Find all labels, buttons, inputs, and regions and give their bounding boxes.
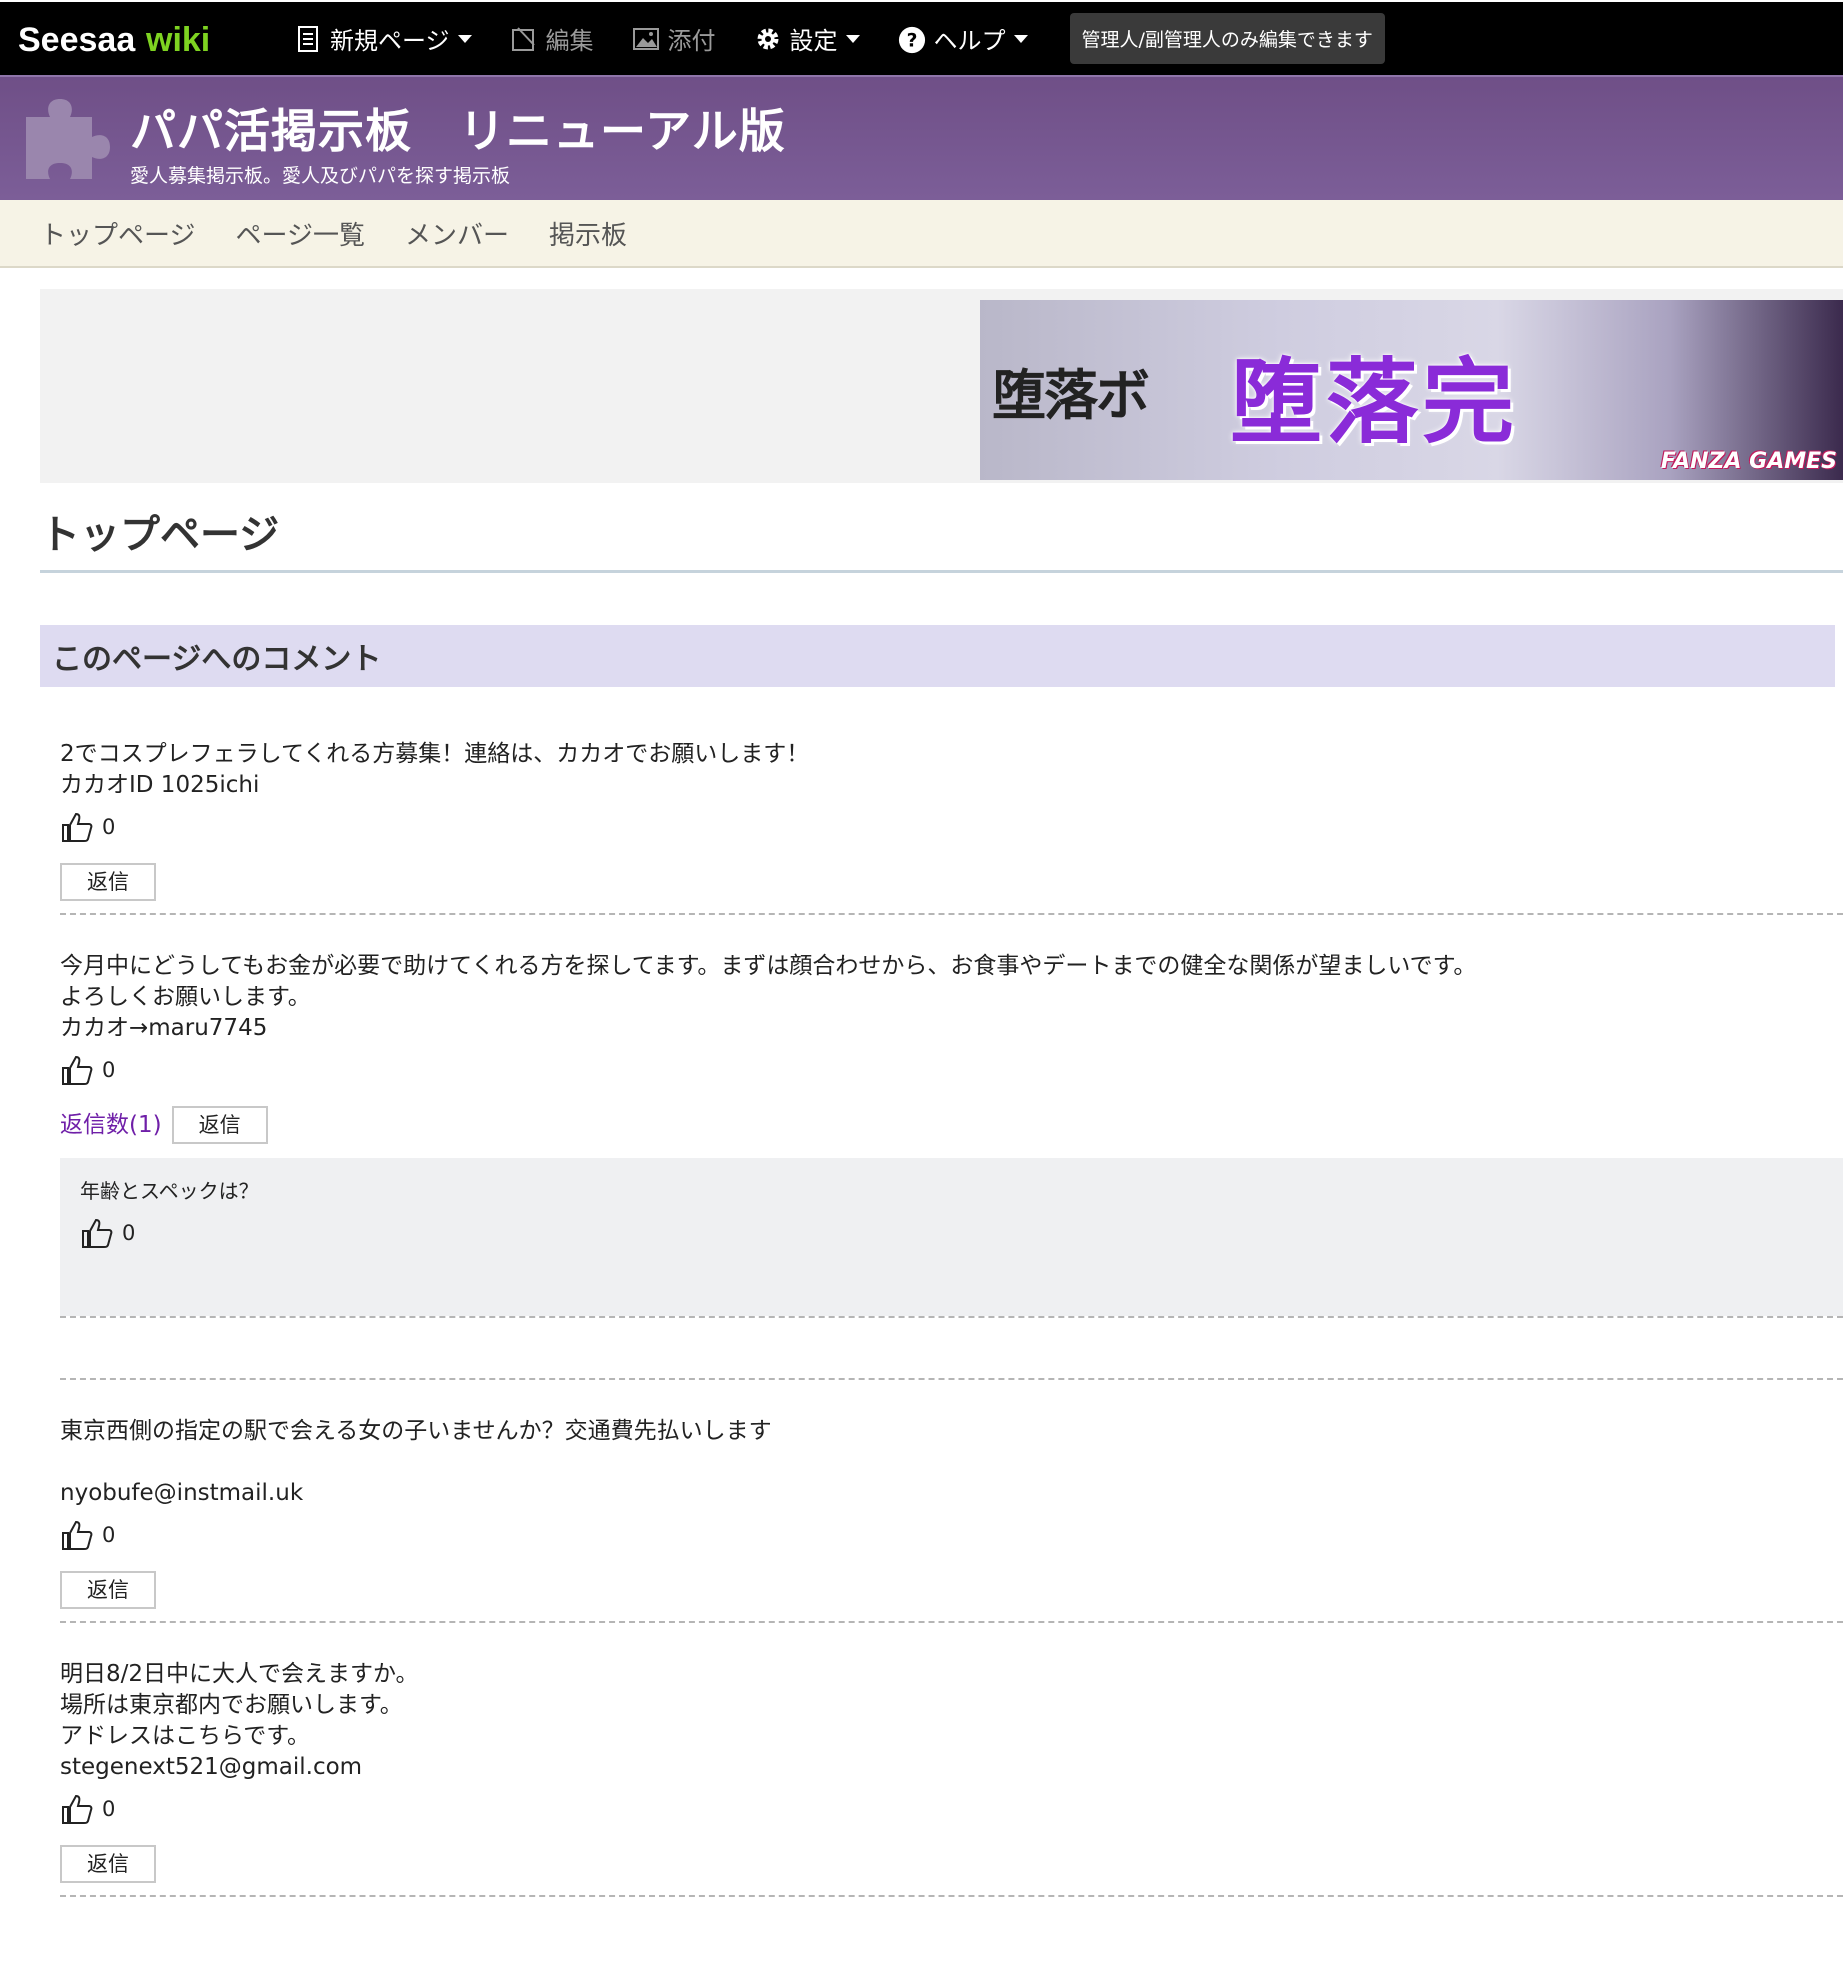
edit-permission-notice: 管理人/副管理人のみ編集できます: [1069, 13, 1385, 64]
banner-game-logo: 堕落ボ: [992, 362, 1150, 427]
chevron-down-icon: [1013, 34, 1028, 43]
comment-text: 明日8/2日中に大人で会えますか。: [60, 1661, 419, 1687]
document-icon: [294, 25, 322, 53]
chevron-down-icon: [845, 34, 860, 43]
thumbs-up-icon[interactable]: [80, 1216, 114, 1250]
site-title[interactable]: パパ活掲示板 リニューアル版: [130, 95, 786, 161]
comment-text: カカオID 1025ichi: [60, 772, 260, 798]
image-icon: [632, 25, 660, 53]
reply-button[interactable]: 返信: [60, 1571, 156, 1609]
comment-text: nyobufe@instmail.uk: [60, 1480, 304, 1506]
settings-label: 設定: [789, 27, 838, 55]
banner-headline: 堕落完: [1230, 349, 1519, 456]
comment-section-heading: このページへのコメント: [40, 625, 1835, 687]
top-toolbar: Seesaa wiki 新規ページ 編集 添付 設定 ? ヘルプ 管理人/副管理…: [0, 2, 1843, 75]
svg-text:Seesaa: Seesaa: [18, 21, 136, 59]
attach-menu[interactable]: 添付: [632, 21, 716, 56]
like-count: 0: [102, 1796, 116, 1821]
like-control: 0: [80, 1215, 1823, 1251]
new-page-label: 新規ページ: [330, 27, 450, 55]
comment-item: 明日8/2日中に大人で会えますか。 場所は東京都内でお願いします。 アドレスはこ…: [60, 1659, 1843, 1897]
gear-icon: [754, 25, 782, 53]
like-control: 0: [60, 1517, 1843, 1553]
seesaa-wiki-logo[interactable]: Seesaa wiki: [18, 11, 248, 67]
comment-divider: [60, 1621, 1843, 1623]
chevron-down-icon: [457, 34, 472, 43]
thumbs-up-icon[interactable]: [60, 1518, 94, 1552]
like-count: 0: [122, 1220, 136, 1245]
puzzle-icon: [26, 99, 110, 179]
like-count: 0: [102, 814, 116, 839]
nav-board[interactable]: 掲示板: [549, 215, 627, 252]
comment-text: 今月中にどうしてもお金が必要で助けてくれる方を探してます。まずは顔合わせから、お…: [60, 953, 1477, 979]
nav-top-page[interactable]: トップページ: [40, 215, 195, 252]
edit-label: 編集: [545, 27, 594, 55]
new-page-menu[interactable]: 新規ページ: [294, 21, 472, 56]
comment-text: stegenext521@gmail.com: [60, 1754, 363, 1780]
reply-item: 年齢とスペックは？ 0: [60, 1158, 1843, 1316]
site-header: パパ活掲示板 リニューアル版 愛人募集掲示板。愛人及びパパを探す掲示板: [0, 75, 1843, 200]
comment-text: 2でコスプレフェラしてくれる方募集！連絡は、カカオでお願いします！: [60, 741, 810, 767]
global-nav: トップページ ページ一覧 メンバー 掲示板: [0, 200, 1843, 268]
comment-text: カカオ→maru7745: [60, 1015, 268, 1041]
svg-text:?: ?: [906, 30, 917, 51]
comment-list: 2でコスプレフェラしてくれる方募集！連絡は、カカオでお願いします！ カカオID …: [60, 739, 1843, 1897]
reply-text: 年齢とスペックは？: [80, 1179, 259, 1203]
ad-banner[interactable]: 堕落ボ 堕落完 FANZA GAMES: [980, 300, 1843, 480]
settings-menu[interactable]: 設定: [754, 21, 860, 56]
comment-item: 今月中にどうしてもお金が必要で助けてくれる方を探してます。まずは顔合わせから、お…: [60, 951, 1843, 1380]
thumbs-up-icon[interactable]: [60, 1792, 94, 1826]
comment-item: 2でコスプレフェラしてくれる方募集！連絡は、カカオでお願いします！ カカオID …: [60, 739, 1843, 915]
svg-text:wiki: wiki: [145, 21, 210, 59]
reply-divider: [60, 1316, 1843, 1318]
thumbs-up-icon[interactable]: [60, 810, 94, 844]
attach-label: 添付: [667, 27, 716, 55]
comment-text: 場所は東京都内でお願いします。: [60, 1692, 403, 1718]
help-label: ヘルプ: [933, 27, 1006, 55]
banner-brand: FANZA GAMES: [1660, 449, 1837, 474]
reply-button[interactable]: 返信: [60, 863, 156, 901]
help-icon: ?: [898, 25, 926, 53]
ad-area: 堕落ボ 堕落完 FANZA GAMES: [40, 289, 1843, 483]
edit-menu[interactable]: 編集: [510, 21, 594, 56]
like-control: 0: [60, 1791, 1843, 1827]
reply-count-link[interactable]: 返信数(1): [60, 1110, 162, 1141]
reply-button[interactable]: 返信: [60, 1845, 156, 1883]
page-title: トップページ: [40, 502, 1843, 573]
comment-divider: [60, 1895, 1843, 1897]
like-count: 0: [102, 1522, 116, 1547]
comment-divider: [60, 1378, 1843, 1380]
comment-text: [60, 1447, 1843, 1478]
thumbs-up-icon[interactable]: [60, 1053, 94, 1087]
like-count: 0: [102, 1057, 116, 1082]
reply-button[interactable]: 返信: [171, 1106, 268, 1144]
like-control: 0: [60, 809, 1843, 845]
help-menu[interactable]: ? ヘルプ: [898, 21, 1028, 56]
edit-icon: [510, 25, 538, 53]
nav-members[interactable]: メンバー: [405, 215, 509, 252]
site-subtitle: 愛人募集掲示板。愛人及びパパを探す掲示板: [130, 165, 511, 187]
like-control: 0: [60, 1052, 1843, 1088]
comment-text: 東京西側の指定の駅で会える女の子いませんか？交通費先払いします: [60, 1418, 772, 1444]
comment-divider: [60, 913, 1843, 915]
nav-page-list[interactable]: ページ一覧: [235, 215, 364, 252]
comment-text: アドレスはこちらです。: [60, 1723, 311, 1749]
comment-text: よろしくお願いします。: [60, 984, 311, 1010]
comment-item: 東京西側の指定の駅で会える女の子いませんか？交通費先払いします nyobufe@…: [60, 1416, 1843, 1623]
